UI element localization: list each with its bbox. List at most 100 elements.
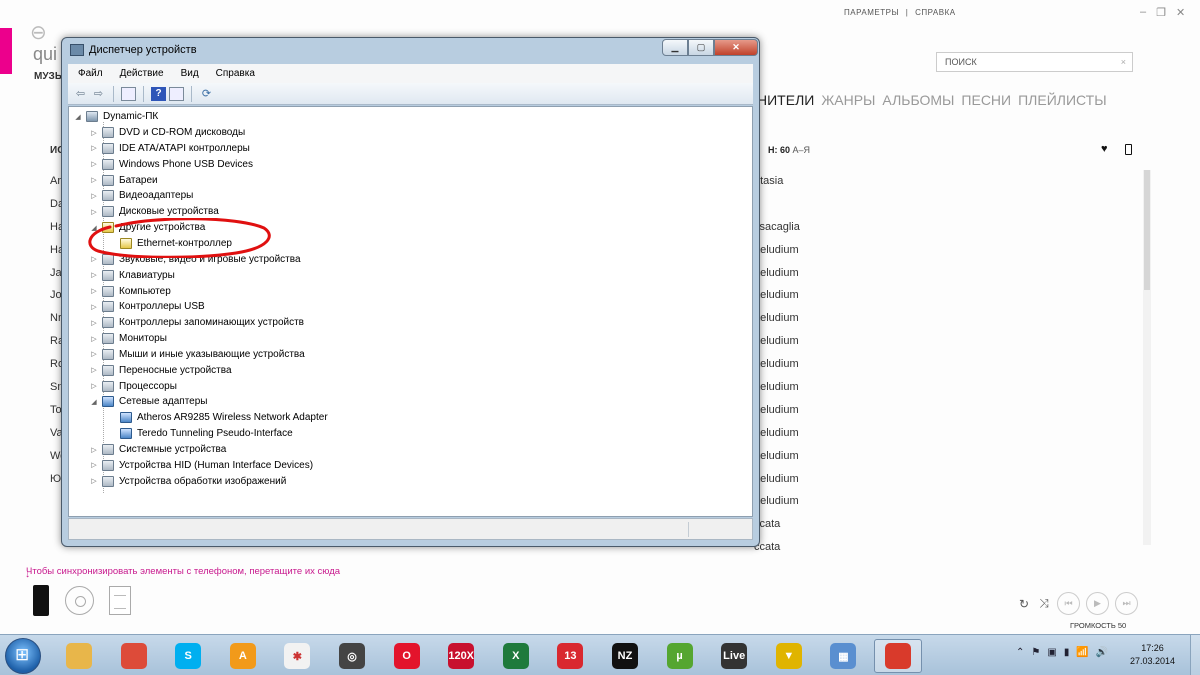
taskbar-app-opera[interactable]: O bbox=[383, 639, 431, 673]
song-item[interactable]: aeludium bbox=[754, 288, 800, 311]
collapse-arrow-icon[interactable]: ◢ bbox=[89, 398, 99, 406]
scrollbar-thumb[interactable] bbox=[1144, 170, 1150, 290]
expand-arrow-icon[interactable]: ▷ bbox=[89, 446, 99, 454]
tab-genres[interactable]: ЖАНРЫ bbox=[821, 92, 875, 108]
song-item[interactable]: aeludium bbox=[754, 403, 800, 426]
menu-view[interactable]: Вид bbox=[171, 64, 206, 83]
expand-arrow-icon[interactable]: ▷ bbox=[89, 208, 99, 216]
phone-device-icon[interactable] bbox=[33, 585, 49, 616]
phone-icon[interactable] bbox=[1125, 144, 1132, 155]
maximize-button[interactable]: ▢ bbox=[688, 39, 714, 56]
tab-songs[interactable]: ПЕСНИ bbox=[961, 92, 1011, 108]
tree-category[interactable]: ▷ Мониторы bbox=[89, 331, 167, 346]
shuffle-icon[interactable]: ⤨ bbox=[1037, 596, 1051, 611]
song-item[interactable]: ccata bbox=[754, 540, 800, 563]
tree-category[interactable]: ◢ Другие устройства bbox=[89, 220, 205, 235]
expand-arrow-icon[interactable]: ▷ bbox=[89, 477, 99, 485]
repeat-icon[interactable]: ↻ bbox=[1017, 597, 1031, 611]
start-button[interactable] bbox=[5, 638, 41, 674]
tab-albums[interactable]: АЛЬБОМЫ bbox=[882, 92, 954, 108]
scan-hardware-icon[interactable]: ⟳ bbox=[199, 87, 214, 101]
expand-arrow-icon[interactable]: ▷ bbox=[89, 382, 99, 390]
taskbar-app-skype[interactable]: S bbox=[164, 639, 212, 673]
flag-icon[interactable]: ⚑ bbox=[1031, 647, 1040, 658]
back-arrow-icon[interactable]: ⊖ bbox=[30, 20, 47, 45]
maximize-icon[interactable]: ❐ bbox=[1156, 6, 1166, 19]
tab-playlists[interactable]: ПЛЕЙЛИСТЫ bbox=[1018, 92, 1107, 108]
help-link[interactable]: СПРАВКА bbox=[915, 8, 956, 17]
properties-icon[interactable] bbox=[121, 86, 136, 101]
tree-category[interactable]: ▷ DVD и CD-ROM дисководы bbox=[89, 125, 245, 140]
sort-order[interactable]: А–Я bbox=[793, 145, 811, 155]
taskbar-app-app-star[interactable]: ✱ bbox=[273, 639, 321, 673]
taskbar-app-app-13[interactable]: 13 bbox=[546, 639, 594, 673]
clock[interactable]: 17:26 27.03.2014 bbox=[1130, 642, 1175, 668]
tray-expand-icon[interactable]: ⌃ bbox=[1016, 647, 1024, 658]
battery-icon[interactable]: ▮ bbox=[1064, 647, 1070, 658]
title-bar[interactable]: Диспетчер устройств ▁ ▢ ✕ bbox=[62, 38, 759, 63]
play-icon[interactable]: ▶ bbox=[1086, 592, 1109, 615]
network-icon[interactable]: 📶 bbox=[1076, 647, 1088, 658]
expand-arrow-icon[interactable]: ▷ bbox=[89, 271, 99, 279]
expand-arrow-icon[interactable]: ▷ bbox=[89, 287, 99, 295]
tree-category[interactable]: ▷ Дисковые устройства bbox=[89, 204, 219, 219]
expand-arrow-icon[interactable]: ▷ bbox=[89, 366, 99, 374]
tree-category[interactable]: ▷ Устройства HID (Human Interface Devices… bbox=[89, 458, 313, 473]
song-item[interactable] bbox=[754, 197, 800, 220]
tree-category[interactable]: ▷ Системные устройства bbox=[89, 442, 226, 457]
scrollbar[interactable] bbox=[1143, 170, 1151, 545]
expand-arrow-icon[interactable]: ▷ bbox=[89, 461, 99, 469]
previous-icon[interactable]: ⏮ bbox=[1057, 592, 1080, 615]
song-item[interactable]: ntasia bbox=[754, 174, 800, 197]
taskbar-app-nz[interactable]: NZ bbox=[601, 639, 649, 673]
show-desktop-button[interactable] bbox=[1190, 635, 1200, 675]
tree-device[interactable]: Ethernet-контроллер bbox=[107, 236, 232, 251]
song-item[interactable]: aeludium bbox=[754, 494, 800, 517]
song-item[interactable]: aeludium bbox=[754, 426, 800, 449]
expand-arrow-icon[interactable]: ▷ bbox=[89, 255, 99, 263]
document-icon[interactable] bbox=[109, 586, 131, 615]
taskbar-app-device-manager[interactable] bbox=[874, 639, 922, 673]
collapse-arrow-icon[interactable]: ◢ bbox=[89, 224, 99, 232]
expand-arrow-icon[interactable]: ▷ bbox=[89, 176, 99, 184]
tree-category[interactable]: ◢ Сетевые адаптеры bbox=[89, 394, 207, 409]
volume-icon[interactable]: 🔊 bbox=[1096, 647, 1108, 658]
forward-icon[interactable]: ⇨ bbox=[91, 87, 106, 101]
taskbar-app-chrome[interactable] bbox=[110, 639, 158, 673]
expand-arrow-icon[interactable]: ▷ bbox=[89, 160, 99, 168]
tree-category[interactable]: ▷ Устройства обработки изображений bbox=[89, 474, 286, 489]
search-input[interactable]: ПОИСК × bbox=[936, 52, 1133, 72]
tree-category[interactable]: ▷ IDE ATA/ATAPI контроллеры bbox=[89, 141, 250, 156]
menu-file[interactable]: Файл bbox=[68, 64, 110, 83]
song-item[interactable]: aeludium bbox=[754, 357, 800, 380]
taskbar-app-live[interactable]: Live bbox=[710, 639, 758, 673]
taskbar-app-control-panel[interactable]: ▦ bbox=[819, 639, 867, 673]
tree-device[interactable]: Teredo Tunneling Pseudo-Interface bbox=[107, 426, 293, 441]
taskbar-app-app-tri[interactable]: ▼ bbox=[765, 639, 813, 673]
disc-icon[interactable] bbox=[65, 586, 94, 615]
expand-arrow-icon[interactable]: ▷ bbox=[89, 350, 99, 358]
expand-arrow-icon[interactable]: ▷ bbox=[89, 144, 99, 152]
expand-arrow-icon[interactable]: ▷ bbox=[89, 192, 99, 200]
tree-category[interactable]: ▷ Видеоадаптеры bbox=[89, 188, 193, 203]
song-item[interactable]: ccata bbox=[754, 517, 800, 540]
tree-category[interactable]: ▷ Windows Phone USB Devices bbox=[89, 157, 253, 172]
song-item[interactable]: aeludium bbox=[754, 266, 800, 289]
help-icon[interactable]: ? bbox=[151, 86, 166, 101]
tree-category[interactable]: ▷ Клавиатуры bbox=[89, 268, 175, 283]
tree-category[interactable]: ▷ Звуковые, видео и игровые устройства bbox=[89, 252, 301, 267]
settings-link[interactable]: ПАРАМЕТРЫ bbox=[844, 8, 899, 17]
song-item[interactable]: aeludium bbox=[754, 311, 800, 334]
tree-category[interactable]: ▷ Контроллеры USB bbox=[89, 299, 205, 314]
tree-category[interactable]: ▷ Переносные устройства bbox=[89, 363, 232, 378]
back-icon[interactable]: ⇦ bbox=[73, 87, 88, 101]
taskbar-app-120x[interactable]: 120X bbox=[437, 639, 485, 673]
view-icon[interactable] bbox=[169, 86, 184, 101]
song-item[interactable]: aeludium bbox=[754, 472, 800, 495]
tree-category[interactable]: ▷ Компьютер bbox=[89, 284, 171, 299]
expand-arrow-icon[interactable]: ▷ bbox=[89, 335, 99, 343]
tree-root[interactable]: ◢ Dynamic-ПК bbox=[73, 109, 158, 124]
song-item[interactable]: ssacaglia bbox=[754, 220, 800, 243]
taskbar-app-utorrent[interactable]: µ bbox=[656, 639, 704, 673]
song-item[interactable]: aeludium bbox=[754, 380, 800, 403]
